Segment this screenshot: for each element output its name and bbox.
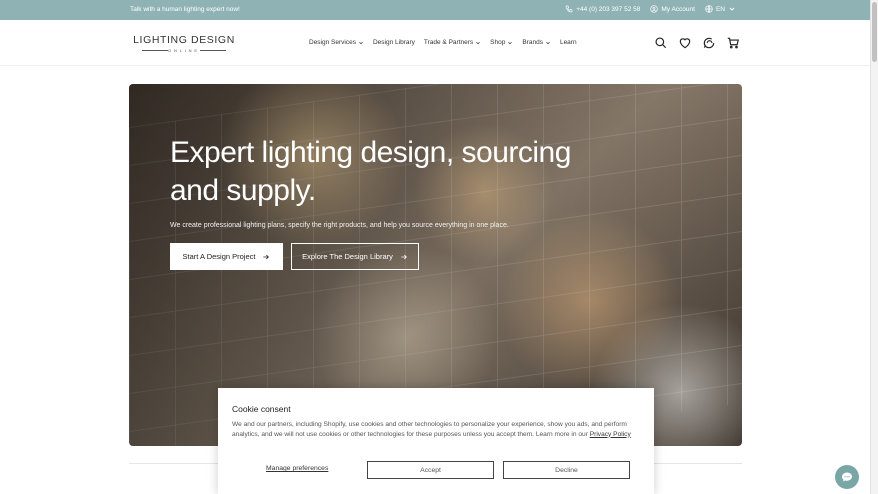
language-label: EN — [715, 5, 725, 13]
start-design-project-button[interactable]: Start A Design Project — [170, 243, 283, 270]
chevron-down-icon — [546, 41, 550, 44]
account-link[interactable]: My Account — [650, 5, 695, 13]
hero-subtitle: We create professional lighting plans, s… — [170, 222, 509, 229]
button-label: Start A Design Project — [182, 252, 256, 261]
topbar-links: +44 (0) 203 397 52 58 My Account EN — [565, 5, 736, 13]
nav-label: Design Services — [309, 39, 356, 46]
chevron-down-icon — [729, 7, 735, 11]
main-nav: Design Services Design Library Trade & P… — [309, 39, 577, 46]
nav-label: Learn — [559, 39, 577, 46]
header-icons — [654, 36, 740, 50]
announcement-bar: Talk with a human lighting expert now! +… — [0, 0, 870, 20]
user-icon — [650, 5, 659, 13]
language-selector[interactable]: EN — [705, 5, 736, 13]
phone-icon — [565, 5, 573, 13]
accept-button[interactable]: Accept — [367, 461, 494, 479]
nav-trade-partners[interactable]: Trade & Partners — [424, 39, 481, 46]
wishlist-button[interactable] — [678, 36, 692, 50]
logo-sub: ONLINE — [132, 48, 236, 53]
arrow-right-icon — [401, 254, 407, 259]
promo-text[interactable]: Talk with a human lighting expert now! — [130, 6, 240, 13]
nav-label: Brands — [522, 39, 543, 46]
nav-design-library[interactable]: Design Library — [373, 39, 415, 46]
privacy-policy-link[interactable]: Privacy Policy — [590, 431, 631, 438]
chat-bubble-icon — [842, 472, 852, 482]
manage-preferences-link[interactable]: Manage preferences — [266, 465, 328, 472]
site-header: LIGHTING DESIGN ONLINE Design Services D… — [0, 20, 870, 66]
cart-icon — [727, 37, 739, 49]
arrow-right-icon — [263, 254, 270, 259]
heart-icon — [679, 38, 691, 49]
logo-main: LIGHTING DESIGN — [133, 34, 235, 46]
nav-design-services[interactable]: Design Services — [309, 39, 364, 46]
chat-icon — [703, 37, 715, 49]
cookie-title: Cookie consent — [232, 404, 291, 414]
nav-brands[interactable]: Brands — [522, 39, 551, 46]
cookie-body: We and our partners, including Shopify, … — [232, 421, 627, 438]
decline-button[interactable]: Decline — [503, 461, 630, 479]
hero-title: Expert lighting design, sourcing and sup… — [170, 136, 571, 207]
explore-design-library-button[interactable]: Explore The Design Library — [291, 243, 419, 270]
globe-icon — [705, 5, 713, 13]
search-button[interactable] — [654, 36, 668, 50]
nav-shop[interactable]: Shop — [490, 39, 513, 46]
account-label: My Account — [661, 5, 695, 13]
nav-learn[interactable]: Learn — [560, 39, 577, 46]
phone-number: +44 (0) 203 397 52 58 — [576, 5, 641, 13]
search-icon — [655, 37, 667, 49]
chevron-down-icon — [508, 41, 513, 44]
nav-label: Design Library — [372, 39, 415, 46]
chat-button[interactable] — [702, 36, 716, 50]
cookie-consent-dialog: Cookie consent We and our partners, incl… — [218, 388, 654, 494]
chat-widget-button[interactable] — [835, 465, 859, 489]
cookie-text: We and our partners, including Shopify, … — [232, 420, 642, 439]
chevron-down-icon — [476, 41, 480, 44]
cart-button[interactable] — [726, 36, 740, 50]
page-scrollbar[interactable] — [870, 0, 878, 494]
site-logo[interactable]: LIGHTING DESIGN ONLINE — [132, 34, 236, 53]
nav-label: Shop — [490, 39, 506, 46]
nav-label: Trade & Partners — [423, 39, 474, 46]
button-label: Explore The Design Library — [302, 252, 393, 261]
scrollbar-thumb[interactable] — [872, 2, 877, 62]
phone-link[interactable]: +44 (0) 203 397 52 58 — [565, 5, 640, 13]
chevron-down-icon — [359, 41, 363, 44]
